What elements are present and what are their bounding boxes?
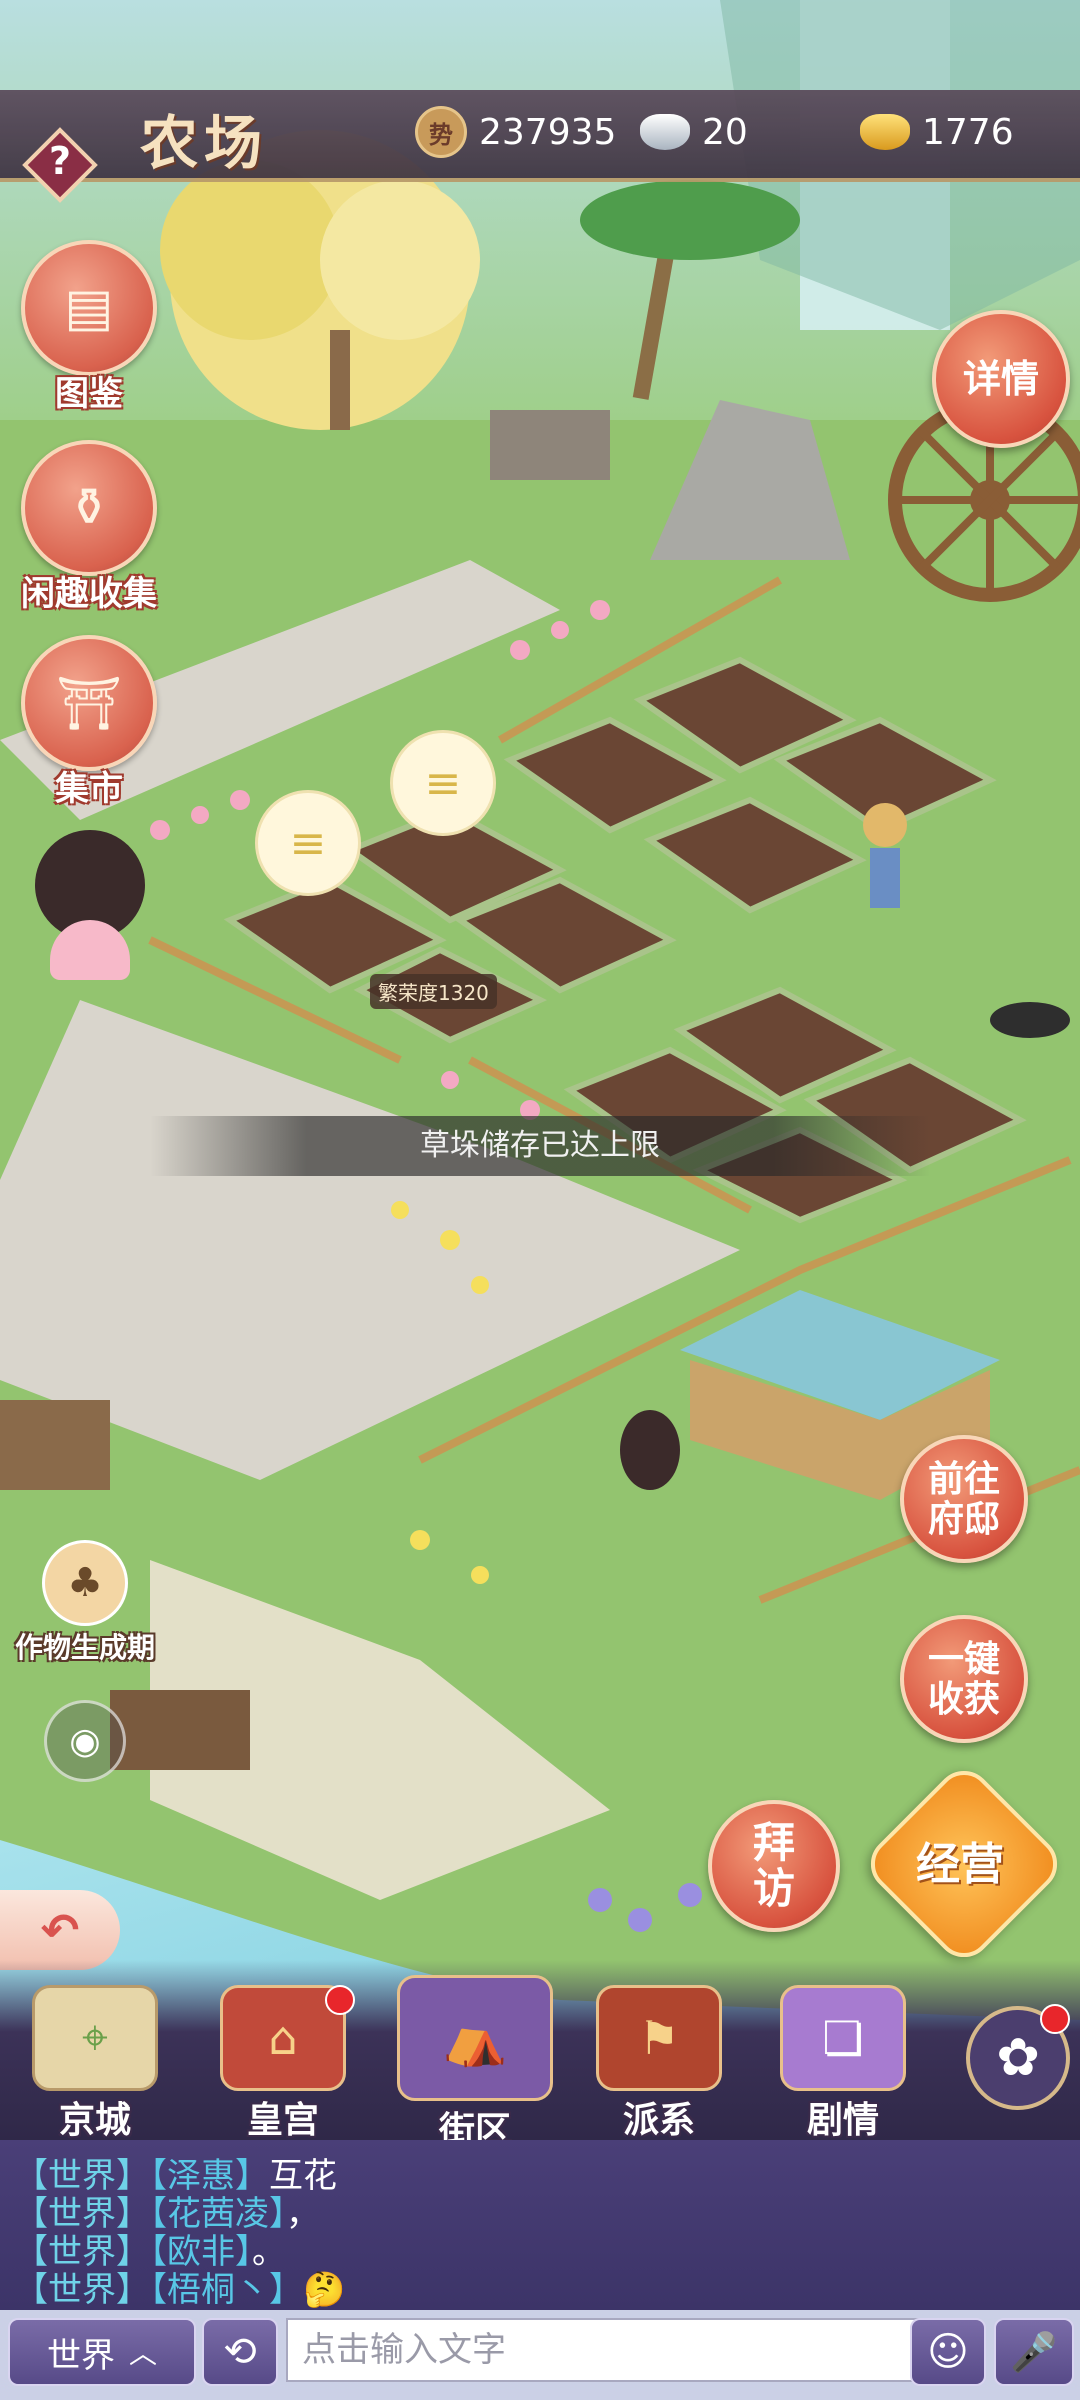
faction-banner-icon: ⚑ [596, 1985, 722, 2091]
map-icon: ⌖ [32, 1985, 158, 2091]
harvest-bubble[interactable]: ≡ [255, 790, 361, 896]
scrolls-icon: ▤ [64, 278, 114, 338]
nav-street[interactable]: ⛺ 街区 [390, 1975, 560, 2153]
gold-value: 1776 [922, 111, 1014, 153]
side-button-collection[interactable]: ⚱ 闲趣收集 [14, 440, 164, 615]
more-badge [1040, 2004, 1070, 2034]
palace-badge [325, 1985, 355, 2015]
chat-message: 【世界】【梧桐丶】🤔 [14, 2270, 346, 2310]
manage-label: 经营 [916, 1839, 1004, 1890]
prestige-value: 237935 [479, 111, 617, 153]
side-button-catalog[interactable]: ▤ 图鉴 [14, 240, 164, 415]
nav-capital[interactable]: ⌖ 京城 [20, 1985, 170, 2143]
chat-input[interactable] [286, 2318, 930, 2382]
details-button[interactable]: 详情 [932, 310, 1070, 448]
currency-gold[interactable]: 1776 [860, 104, 1014, 160]
nav-faction[interactable]: ⚑ 派系 [584, 1985, 734, 2143]
player-avatar[interactable] [30, 830, 150, 980]
chat-panel[interactable]: 【世界】【泽惠】互花 【世界】【花茜凌】， 【世界】【欧非】。 【世界】【梧桐丶… [0, 2140, 1080, 2310]
currency-prestige[interactable]: 势 237935 [415, 104, 616, 160]
story-book-icon: ❏ [780, 1985, 906, 2091]
hay-bundle-icon: ≡ [289, 817, 327, 869]
currency-silver[interactable]: 20 [640, 104, 748, 160]
visit-button[interactable]: 拜访 [708, 1800, 840, 1932]
side-button-market[interactable]: ⛩ 集市 [14, 635, 164, 810]
channel-selector[interactable]: 世界 ︿ [8, 2318, 196, 2386]
voice-button[interactable]: 🎤 [994, 2318, 1074, 2386]
history-button[interactable]: ⟲ [202, 2318, 278, 2386]
collection-jar-icon: ⚱ [67, 478, 111, 538]
street-stall-icon: ⛺ [397, 1975, 553, 2101]
prestige-coin-icon: 势 [415, 106, 467, 158]
chevron-up-icon: ︿ [128, 2337, 157, 2370]
emoji-icon: ☺ [927, 2329, 969, 2375]
silver-value: 20 [702, 111, 748, 153]
help-button[interactable]: ? [20, 125, 100, 205]
go-mansion-button[interactable]: 前往府邸 [900, 1435, 1028, 1563]
silver-ingot-icon [640, 114, 690, 150]
crop-cycle-button[interactable]: ♣ 作物生成期 [10, 1540, 160, 1666]
page-title: 农场 [140, 109, 269, 177]
emoji-button[interactable]: ☺ [910, 2318, 986, 2386]
nav-story[interactable]: ❏ 剧情 [768, 1985, 918, 2143]
prosperity-label: 繁荣度1320 [370, 974, 497, 1009]
hay-bundle-icon: ≡ [424, 757, 462, 809]
harvest-bubble[interactable]: ≡ [390, 730, 496, 836]
flower-menu-icon: ✿ [996, 2028, 1040, 2088]
harvest-all-button[interactable]: 一键收获 [900, 1615, 1028, 1743]
market-gate-icon: ⛩ [55, 673, 122, 734]
gold-ingot-icon [860, 114, 910, 150]
help-icon: ? [48, 139, 72, 183]
microphone-icon: 🎤 [1010, 2329, 1058, 2374]
eye-icon[interactable]: ◉ [44, 1700, 126, 1782]
sprout-icon: ♣ [42, 1540, 128, 1626]
back-arrow-icon: ↶ [40, 1903, 80, 1957]
storage-full-toast: 草垛储存已达上限 [150, 1116, 930, 1176]
history-clock-icon: ⟲ [223, 2329, 257, 2375]
back-button[interactable]: ↶ [0, 1890, 120, 1970]
